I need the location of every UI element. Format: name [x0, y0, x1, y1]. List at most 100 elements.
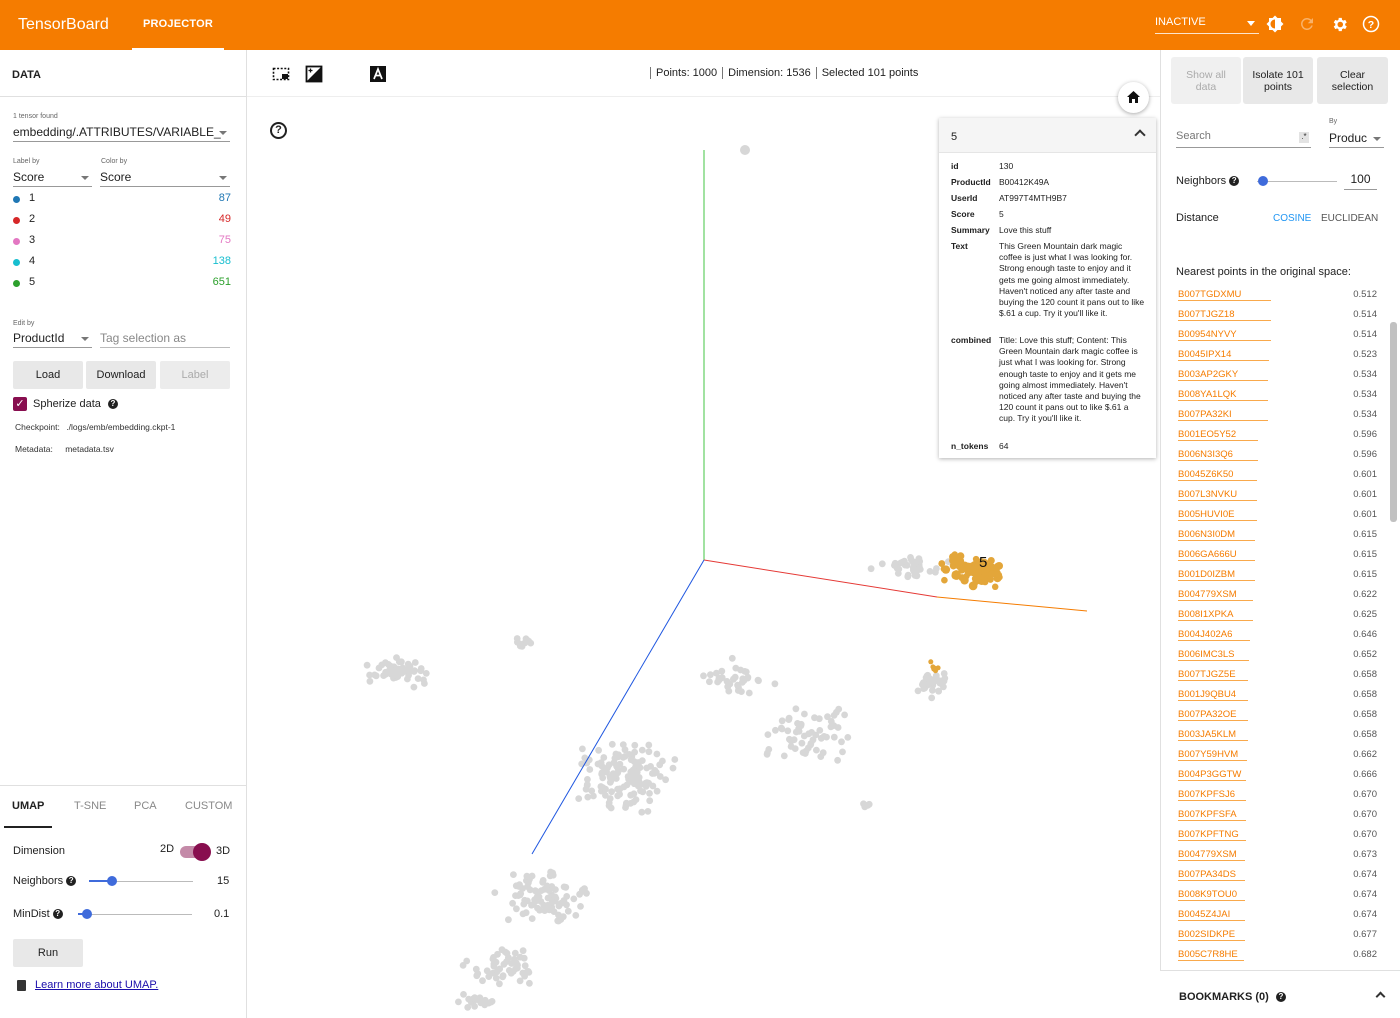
data-point[interactable] — [598, 762, 606, 770]
data-point[interactable] — [878, 560, 886, 568]
chevron-up-icon[interactable] — [1375, 991, 1386, 1002]
data-point[interactable] — [582, 785, 590, 793]
tab-projector[interactable]: PROJECTOR — [132, 0, 225, 50]
nearest-point-id[interactable]: B001J9QBU4 — [1178, 689, 1236, 700]
data-point[interactable] — [625, 751, 633, 758]
data-point[interactable] — [575, 795, 583, 802]
data-point[interactable] — [479, 977, 486, 985]
data-point[interactable] — [754, 676, 762, 684]
data-point[interactable] — [801, 710, 808, 718]
selected-point[interactable] — [928, 659, 934, 665]
data-point[interactable] — [784, 727, 792, 735]
data-point[interactable] — [785, 716, 793, 723]
data-point[interactable] — [797, 722, 805, 730]
label-button[interactable]: Label — [160, 361, 230, 389]
data-point[interactable] — [933, 565, 940, 572]
data-point[interactable] — [404, 675, 411, 683]
data-point[interactable] — [932, 672, 940, 680]
data-point[interactable] — [646, 790, 653, 797]
spherize-checkbox[interactable]: ✓ — [13, 397, 27, 411]
help-icon[interactable]: ? — [107, 399, 118, 409]
data-point[interactable] — [798, 739, 806, 747]
data-point[interactable] — [646, 797, 654, 805]
data-point[interactable] — [595, 746, 602, 754]
selected-point[interactable] — [938, 560, 946, 568]
data-point[interactable] — [455, 998, 462, 1006]
data-point[interactable] — [815, 715, 823, 723]
data-point[interactable] — [483, 967, 491, 975]
data-point[interactable] — [838, 738, 845, 746]
data-point[interactable] — [765, 746, 773, 753]
data-point[interactable] — [935, 687, 942, 695]
text-label-toggle-icon[interactable] — [369, 65, 387, 83]
inspector-scrollbar[interactable] — [1390, 322, 1397, 522]
data-point[interactable] — [590, 792, 597, 800]
nearest-point-item[interactable]: B004J402A6 0.646 — [1178, 626, 1377, 646]
nearest-point-id[interactable]: B005C7R8HE — [1178, 949, 1238, 960]
data-point[interactable] — [669, 764, 677, 772]
data-point[interactable] — [488, 998, 496, 1005]
data-point[interactable] — [531, 887, 539, 895]
data-point[interactable] — [867, 565, 875, 573]
data-point[interactable] — [816, 727, 824, 734]
load-button[interactable]: Load — [13, 361, 83, 389]
data-point[interactable] — [645, 741, 653, 749]
learn-umap-link[interactable]: Learn more about UMAP. — [35, 979, 158, 991]
data-point[interactable] — [772, 726, 779, 734]
nearest-point-id[interactable]: B007KPFSJ6 — [1178, 789, 1235, 800]
data-point[interactable] — [894, 570, 902, 577]
selected-point[interactable] — [960, 575, 968, 583]
data-point[interactable] — [474, 996, 481, 1003]
data-point[interactable] — [652, 768, 660, 776]
data-point[interactable] — [411, 659, 419, 666]
brightness-icon[interactable] — [1265, 14, 1285, 34]
nearest-point-item[interactable]: B00954NYVY 0.514 — [1178, 326, 1377, 346]
data-point[interactable] — [526, 979, 533, 987]
data-point[interactable] — [511, 949, 519, 957]
data-point[interactable] — [578, 760, 586, 768]
settings-icon[interactable] — [1329, 14, 1349, 34]
data-point[interactable] — [605, 799, 613, 807]
data-point[interactable] — [537, 887, 545, 894]
data-point[interactable] — [787, 743, 795, 750]
nearest-point-id[interactable]: B001EO5Y52 — [1178, 429, 1236, 440]
nearest-point-item[interactable]: B007TGDXMU 0.512 — [1178, 286, 1377, 306]
data-point[interactable] — [745, 689, 753, 697]
nearest-point-id[interactable]: B002SIDKPE — [1178, 929, 1235, 940]
data-point[interactable] — [366, 677, 374, 685]
data-point[interactable] — [731, 673, 739, 681]
help-icon[interactable]: ? — [1275, 992, 1286, 1002]
data-point[interactable] — [627, 791, 635, 799]
data-point[interactable] — [786, 735, 793, 743]
data-point[interactable] — [777, 724, 785, 732]
data-point[interactable] — [844, 734, 852, 741]
nearest-point-id[interactable]: B007Y59HVM — [1178, 749, 1238, 760]
chevron-up-icon[interactable] — [1134, 129, 1146, 141]
data-point[interactable] — [915, 555, 923, 562]
data-point[interactable] — [920, 679, 927, 686]
data-point[interactable] — [382, 659, 389, 667]
tab-pca[interactable]: PCA — [134, 800, 157, 812]
data-point[interactable] — [417, 665, 425, 672]
data-point[interactable] — [525, 637, 533, 645]
nearest-point-item[interactable]: B006GA666U 0.615 — [1178, 546, 1377, 566]
nearest-point-item[interactable]: B008YA1LQK 0.534 — [1178, 386, 1377, 406]
inspector-neighbors-slider[interactable] — [1257, 181, 1337, 182]
data-point[interactable] — [638, 746, 646, 754]
data-point[interactable] — [813, 746, 820, 754]
data-point[interactable] — [564, 907, 572, 915]
nearest-point-item[interactable]: B003AP2GKY 0.534 — [1178, 366, 1377, 386]
data-point[interactable] — [764, 731, 772, 738]
download-button[interactable]: Download — [86, 361, 156, 389]
data-point[interactable] — [572, 912, 580, 919]
nearest-point-id[interactable]: B007TGDXMU — [1178, 289, 1241, 300]
data-point[interactable] — [562, 883, 570, 891]
selected-point[interactable] — [987, 556, 995, 565]
nearest-point-item[interactable]: B007TJGZ18 0.514 — [1178, 306, 1377, 326]
data-point[interactable] — [608, 740, 616, 748]
search-by-select[interactable]: Produc — [1329, 130, 1384, 148]
data-point[interactable] — [645, 748, 653, 756]
data-point[interactable] — [524, 883, 531, 890]
data-point[interactable] — [514, 964, 521, 972]
data-point[interactable] — [577, 903, 584, 910]
